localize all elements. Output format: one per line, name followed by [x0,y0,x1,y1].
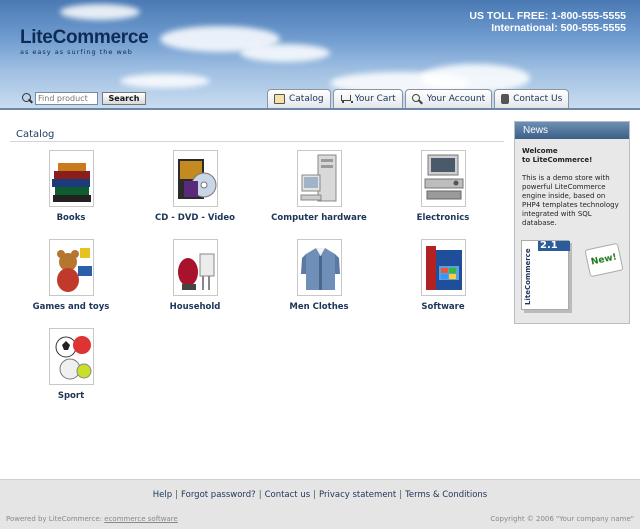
men-clothes-thumbnail[interactable] [296,239,342,296]
category-electronics[interactable]: Electronics [383,150,503,223]
category-cd-dvd-video[interactable]: CD - DVD - Video [135,150,255,223]
category-label[interactable]: Household [135,302,255,312]
folder-icon [274,94,285,104]
new-tag: New! [584,242,624,278]
logo[interactable]: LiteCommerce as easy as surfing the web [20,27,149,56]
box-version: 2.1 [540,240,558,251]
software-thumbnail[interactable] [420,239,466,296]
phone-tollfree: US TOLL FREE: 1-800-555-5555 [469,10,626,22]
category-label[interactable]: Men Clothes [259,302,379,312]
cloud-decoration [240,44,330,62]
cloud-decoration [60,4,140,20]
phone-international: International: 500-555-5555 [491,22,626,34]
cart-icon [340,94,353,104]
cloud-decoration [420,64,530,92]
household-thumbnail[interactable] [172,239,218,296]
search-button[interactable]: Search [102,92,146,105]
footer-link-privacy-statement[interactable]: Privacy statement [319,490,396,500]
header-divider [0,108,640,110]
logo-text: LiteCommerce [20,27,149,48]
divider [10,141,504,142]
separator: | [175,490,179,500]
category-label[interactable]: Games and toys [11,302,131,312]
separator: | [313,490,317,500]
news-title: News [515,122,629,139]
powered-link[interactable]: ecommerce software [104,515,178,523]
category-label[interactable]: CD - DVD - Video [135,213,255,223]
tab-label: Your Account [426,94,486,104]
phone-icon [501,94,510,104]
footer-link-forgot-password[interactable]: Forgot password? [181,490,256,500]
search-bar: Search [21,92,146,105]
tab-contact-us[interactable]: Contact Us [494,89,570,108]
tab-label: Your Cart [354,94,396,104]
magnifier-icon [411,94,423,104]
news-body: Welcome to LiteCommerce! This is a demo … [515,139,629,236]
electronics-thumbnail[interactable] [420,150,466,207]
separator: | [258,490,262,500]
tab-your-account[interactable]: Your Account [404,89,493,108]
category-software[interactable]: Software [383,239,503,312]
search-input[interactable] [35,92,98,105]
category-label[interactable]: Computer hardware [259,213,379,223]
tab-your-cart[interactable]: Your Cart [332,89,403,108]
header: LiteCommerce as easy as surfing the web … [0,0,640,108]
cd-dvd-thumbnail[interactable] [172,150,218,207]
category-label[interactable]: Books [11,213,131,223]
category-label[interactable]: Sport [11,391,131,401]
news-welcome-line2: to LiteCommerce! [522,156,593,164]
cloud-decoration [120,74,210,88]
category-label[interactable]: Software [383,302,503,312]
sport-thumbnail[interactable] [48,328,94,385]
powered-by: Powered by LiteCommerce: ecommerce softw… [6,515,178,523]
news-text: This is a demo store with powerful LiteC… [522,174,619,227]
tab-catalog[interactable]: Catalog [267,89,331,108]
category-books[interactable]: Books [11,150,131,223]
category-computer-hardware[interactable]: Computer hardware [259,150,379,223]
footer-link-terms-conditions[interactable]: Terms & Conditions [405,490,487,500]
phone-info: US TOLL FREE: 1-800-555-5555 Internation… [469,10,626,34]
category-household[interactable]: Household [135,239,255,312]
tab-label: Contact Us [513,94,563,104]
footer-link-contact-us[interactable]: Contact us [265,490,311,500]
copyright: Copyright © 2006 "Your company name" [490,515,634,523]
category-label[interactable]: Electronics [383,213,503,223]
footer-links: Help | Forgot password? | Contact us | Privacy… [0,490,640,500]
catalog-title: Catalog [16,129,55,140]
books-thumbnail[interactable] [48,150,94,207]
product-box-image[interactable]: 2.1 LiteCommerce [521,240,570,310]
nav-tabs: Catalog Your Cart Your Account Contact U… [267,89,570,108]
category-men-clothes[interactable]: Men Clothes [259,239,379,312]
tab-label: Catalog [289,94,324,104]
search-icon [21,92,33,105]
powered-prefix: Powered by LiteCommerce: [6,515,103,523]
news-panel: News Welcome to LiteCommerce! This is a … [514,121,630,324]
logo-tagline: as easy as surfing the web [20,48,133,56]
category-games-and-toys[interactable]: Games and toys [11,239,131,312]
category-sport[interactable]: Sport [11,328,131,401]
games-toys-thumbnail[interactable] [48,239,94,296]
news-welcome-line1: Welcome [522,147,558,155]
footer: Help | Forgot password? | Contact us | Privacy… [0,479,640,529]
footer-link-help[interactable]: Help [153,490,172,500]
box-name: LiteCommerce [524,248,532,305]
computer-hardware-thumbnail[interactable] [296,150,342,207]
separator: | [399,490,403,500]
